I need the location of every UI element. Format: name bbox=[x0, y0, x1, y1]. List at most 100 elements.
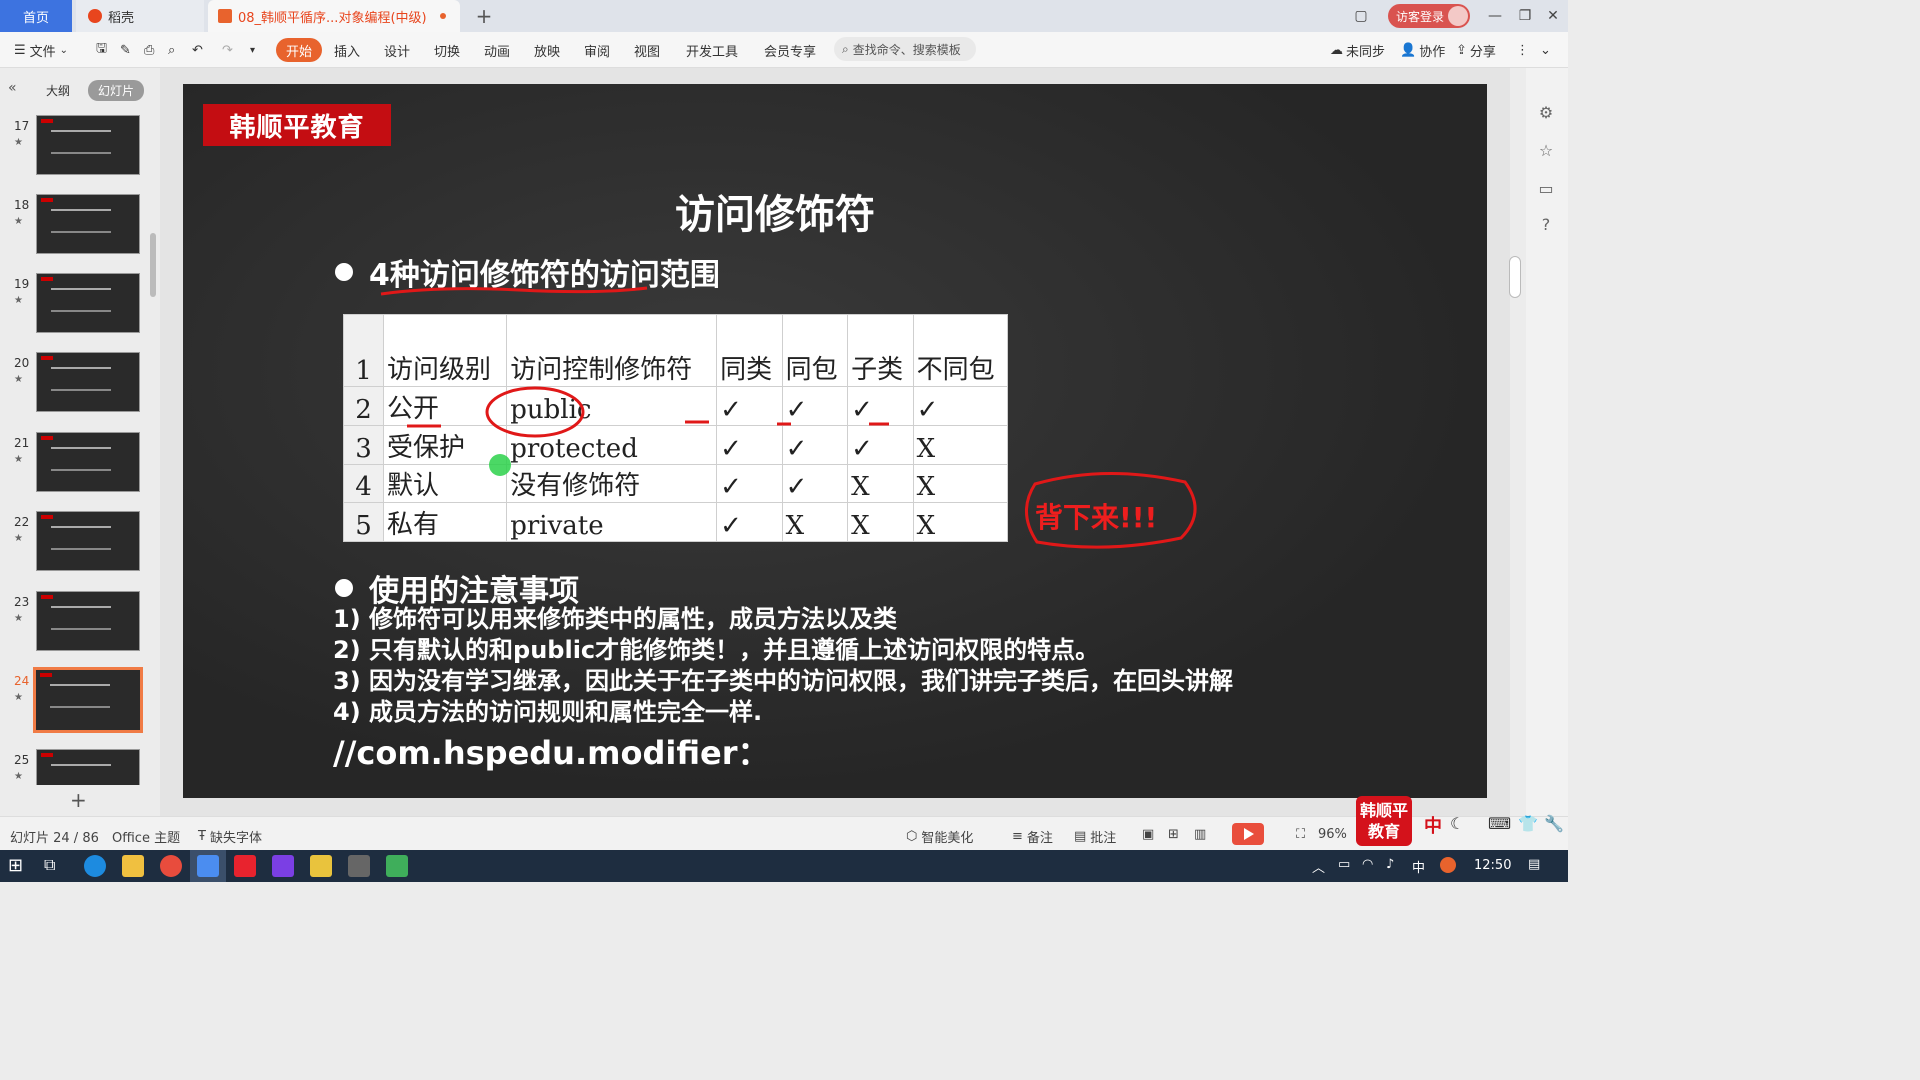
moon-icon[interactable]: ☾ bbox=[1450, 814, 1464, 833]
restore-button[interactable]: ❐ bbox=[1510, 0, 1540, 32]
animation-star-icon: ★ bbox=[14, 137, 23, 148]
ime-indicator[interactable]: 中 bbox=[1424, 812, 1442, 838]
new-tab-button[interactable]: + bbox=[470, 0, 498, 32]
table-cell: private bbox=[506, 502, 718, 542]
collab-button[interactable]: 👤 协作 bbox=[1400, 38, 1445, 62]
beautify-button[interactable]: ⬡ 智能美化 bbox=[906, 827, 973, 846]
notification-icon[interactable]: ▤ bbox=[1528, 857, 1540, 872]
add-slide-button[interactable]: + bbox=[70, 788, 87, 812]
print-icon[interactable]: ⎙ bbox=[144, 38, 154, 62]
play-slideshow-button[interactable] bbox=[1232, 823, 1264, 845]
slide[interactable]: 韩顺平教育 访问修饰符 4种访问修饰符的访问范围 1 访问级别 访问控制修饰符 … bbox=[183, 84, 1487, 798]
redo-icon[interactable]: ↷ bbox=[222, 38, 233, 62]
slide-thumbnail[interactable]: 22 ★ bbox=[0, 511, 150, 581]
slides-panel-icon[interactable]: ▭ bbox=[1536, 178, 1556, 198]
slide-thumbnail[interactable]: 23 ★ bbox=[0, 591, 150, 661]
tab-member[interactable]: 会员专享 bbox=[764, 38, 816, 62]
tray-chevron-icon[interactable]: ︿ bbox=[1312, 857, 1325, 876]
collapse-ribbon-icon[interactable]: ⌄ bbox=[1540, 38, 1551, 62]
tab-view[interactable]: 视图 bbox=[634, 38, 660, 62]
print-preview-icon[interactable]: ⌕ bbox=[168, 38, 175, 62]
grid-view-icon[interactable]: ⊞ bbox=[1168, 827, 1179, 842]
file-explorer-icon[interactable] bbox=[122, 855, 144, 877]
keyboard-icon[interactable]: ⌨ bbox=[1488, 814, 1511, 833]
windows-start-icon[interactable]: ⊞ bbox=[8, 855, 30, 877]
close-button[interactable]: ✕ bbox=[1538, 0, 1568, 32]
window-layout-icon[interactable]: ▢ bbox=[1346, 0, 1376, 32]
battery-icon[interactable]: ▭ bbox=[1338, 857, 1350, 872]
terminal-icon[interactable] bbox=[348, 855, 370, 877]
thumbnail-scrollbar[interactable] bbox=[150, 233, 156, 297]
slide-thumbnail[interactable]: 17 ★ bbox=[0, 115, 150, 185]
slide-preview bbox=[36, 194, 140, 254]
canvas-scrollbar[interactable] bbox=[1509, 256, 1521, 298]
slide-thumbnail-active[interactable]: 24 ★ bbox=[0, 667, 150, 740]
chrome-icon[interactable] bbox=[160, 855, 182, 877]
slide-thumbnail[interactable]: 25 ★ bbox=[0, 749, 150, 785]
settings-sliders-icon[interactable]: ⚙ bbox=[1536, 102, 1556, 122]
taskbar-clock[interactable]: 12:50 bbox=[1474, 858, 1511, 873]
minimize-button[interactable]: — bbox=[1480, 0, 1510, 32]
undo-icon[interactable]: ↶ bbox=[192, 38, 203, 62]
wifi-icon[interactable]: ◠ bbox=[1362, 857, 1373, 872]
command-search-input[interactable]: ⌕ 查找命令、搜索模板 bbox=[834, 37, 976, 61]
notes-button[interactable]: ≡ 备注 bbox=[1012, 827, 1053, 846]
tab-devtools[interactable]: 开发工具 bbox=[686, 38, 738, 62]
tab-start[interactable]: 开始 bbox=[276, 38, 323, 62]
login-button[interactable]: 访客登录 bbox=[1388, 4, 1470, 28]
slide-thumbnail[interactable]: 20 ★ bbox=[0, 352, 150, 422]
tab-document[interactable]: 08_韩顺平循序...对象编程(中级) bbox=[208, 0, 460, 32]
zoom-level[interactable]: 96% bbox=[1318, 827, 1347, 842]
collapse-panel-icon[interactable]: « bbox=[8, 80, 17, 96]
tab-review[interactable]: 审阅 bbox=[584, 38, 610, 62]
title-bar: 首页 稻壳 08_韩顺平循序...对象编程(中级) + ▢ 访客登录 — ❐ ✕ bbox=[0, 0, 1568, 32]
reading-view-icon[interactable]: ▥ bbox=[1194, 827, 1206, 842]
table-cell: 访问级别 bbox=[382, 314, 508, 387]
task-view-icon[interactable]: ⧉ bbox=[44, 855, 66, 877]
missing-font-button[interactable]: Ŧ 缺失字体 bbox=[198, 827, 262, 846]
more-quick-icon[interactable]: ▾ bbox=[250, 38, 255, 62]
intellij-icon[interactable] bbox=[272, 855, 294, 877]
wps-icon[interactable] bbox=[197, 855, 219, 877]
shirt-icon[interactable]: 👕 bbox=[1518, 814, 1538, 833]
wrench-icon[interactable]: 🔧 bbox=[1544, 814, 1564, 833]
share-button[interactable]: ⇪ 分享 bbox=[1456, 38, 1496, 62]
xmind-icon[interactable] bbox=[234, 855, 256, 877]
comment-button[interactable]: ▤ 批注 bbox=[1074, 827, 1116, 846]
tab-insert[interactable]: 插入 bbox=[334, 38, 360, 62]
notepad-icon[interactable] bbox=[310, 855, 332, 877]
tab-animation[interactable]: 动画 bbox=[484, 38, 510, 62]
tab-slideshow[interactable]: 放映 bbox=[534, 38, 560, 62]
format-painter-icon[interactable]: ✎ bbox=[120, 38, 131, 62]
table-cell: X bbox=[847, 502, 914, 542]
sogou-icon[interactable] bbox=[1440, 857, 1456, 873]
slide-counter: 幻灯片 24 / 86 bbox=[10, 831, 99, 846]
tab-slides[interactable]: 幻灯片 bbox=[88, 80, 145, 101]
save-icon[interactable]: 🖫 bbox=[96, 38, 107, 62]
slide-preview bbox=[36, 591, 140, 651]
slide-thumbnail[interactable]: 19 ★ bbox=[0, 273, 150, 343]
more-icon[interactable]: ⋮ bbox=[1516, 38, 1529, 62]
tab-design[interactable]: 设计 bbox=[384, 38, 410, 62]
file-menu[interactable]: ☰ 文件 ⌄ bbox=[14, 38, 68, 62]
user-icon: 👤 bbox=[1400, 42, 1417, 58]
table-cell: ✓ bbox=[716, 463, 783, 504]
tab-daoke[interactable]: 稻壳 bbox=[76, 0, 204, 32]
animation-star-icon: ★ bbox=[14, 295, 23, 306]
fit-zoom-icon[interactable]: ⛶ bbox=[1296, 827, 1305, 842]
slide-thumbnail[interactable]: 21 ★ bbox=[0, 432, 150, 502]
app-icon[interactable] bbox=[386, 855, 408, 877]
edge-icon[interactable] bbox=[84, 855, 106, 877]
table-cell: ✓ bbox=[781, 463, 849, 504]
watermark-logo: 韩顺平教育 bbox=[1356, 796, 1412, 846]
star-icon[interactable]: ☆ bbox=[1536, 140, 1556, 160]
tab-outline[interactable]: 大纲 bbox=[36, 80, 80, 101]
tray-ime-indicator[interactable]: 中 bbox=[1412, 857, 1425, 876]
help-icon[interactable]: ? bbox=[1536, 214, 1556, 234]
volume-icon[interactable]: ♪ bbox=[1386, 857, 1394, 872]
slide-thumbnail[interactable]: 18 ★ bbox=[0, 194, 150, 264]
tab-transition[interactable]: 切换 bbox=[434, 38, 460, 62]
normal-view-icon[interactable]: ▣ bbox=[1142, 827, 1154, 842]
unsynced-button[interactable]: ☁ 未同步 bbox=[1330, 38, 1385, 62]
tab-home[interactable]: 首页 bbox=[0, 0, 72, 32]
